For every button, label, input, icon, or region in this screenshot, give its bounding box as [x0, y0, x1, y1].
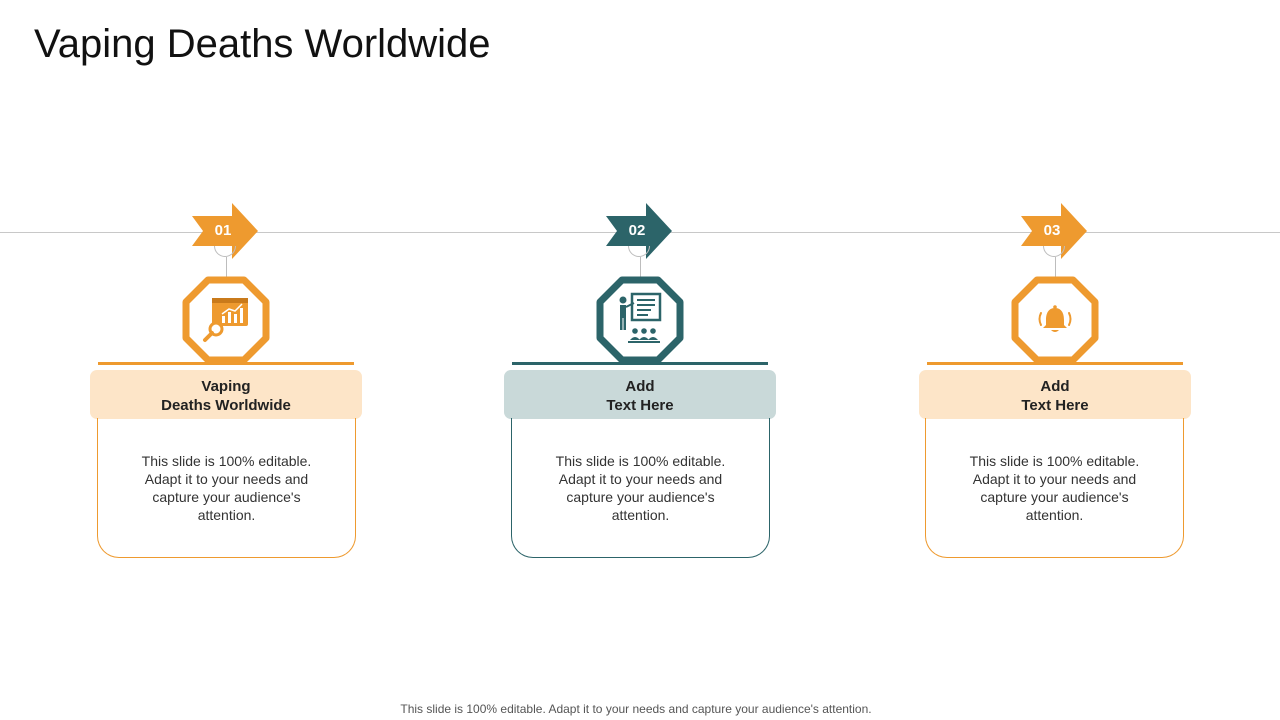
connector-line: [640, 257, 641, 277]
card-heading-line1: Add: [1040, 378, 1070, 395]
card-body-text: This slide is 100% editable. Adapt it to…: [141, 452, 312, 523]
icon-badge: [596, 276, 684, 364]
card-heading-line2: Text Here: [606, 397, 674, 414]
card-top-bar: [927, 362, 1183, 365]
card-heading: Add Text Here: [919, 370, 1191, 419]
page-title: Vaping Deaths Worldwide: [34, 22, 491, 66]
card-heading: Vaping Deaths Worldwide: [90, 370, 362, 419]
card-heading-line2: Text Here: [1021, 397, 1089, 414]
connector-line: [226, 257, 227, 277]
icon-badge: [1011, 276, 1099, 364]
footer-note: This slide is 100% editable. Adapt it to…: [400, 702, 872, 716]
card-body: This slide is 100% editable. Adapt it to…: [97, 418, 356, 558]
card-heading-line2: Deaths Worldwide: [161, 397, 291, 414]
connector-line: [1055, 257, 1056, 277]
card-heading: Add Text Here: [504, 370, 776, 419]
card-body: This slide is 100% editable. Adapt it to…: [511, 418, 770, 558]
card-heading-line1: Vaping: [201, 378, 251, 395]
card-body-text: This slide is 100% editable. Adapt it to…: [969, 452, 1140, 523]
icon-badge: [182, 276, 270, 364]
card-body: This slide is 100% editable. Adapt it to…: [925, 418, 1184, 558]
card-body-text: This slide is 100% editable. Adapt it to…: [555, 452, 726, 523]
card-top-bar: [98, 362, 354, 365]
card-heading-line1: Add: [625, 378, 655, 395]
card-top-bar: [512, 362, 768, 365]
